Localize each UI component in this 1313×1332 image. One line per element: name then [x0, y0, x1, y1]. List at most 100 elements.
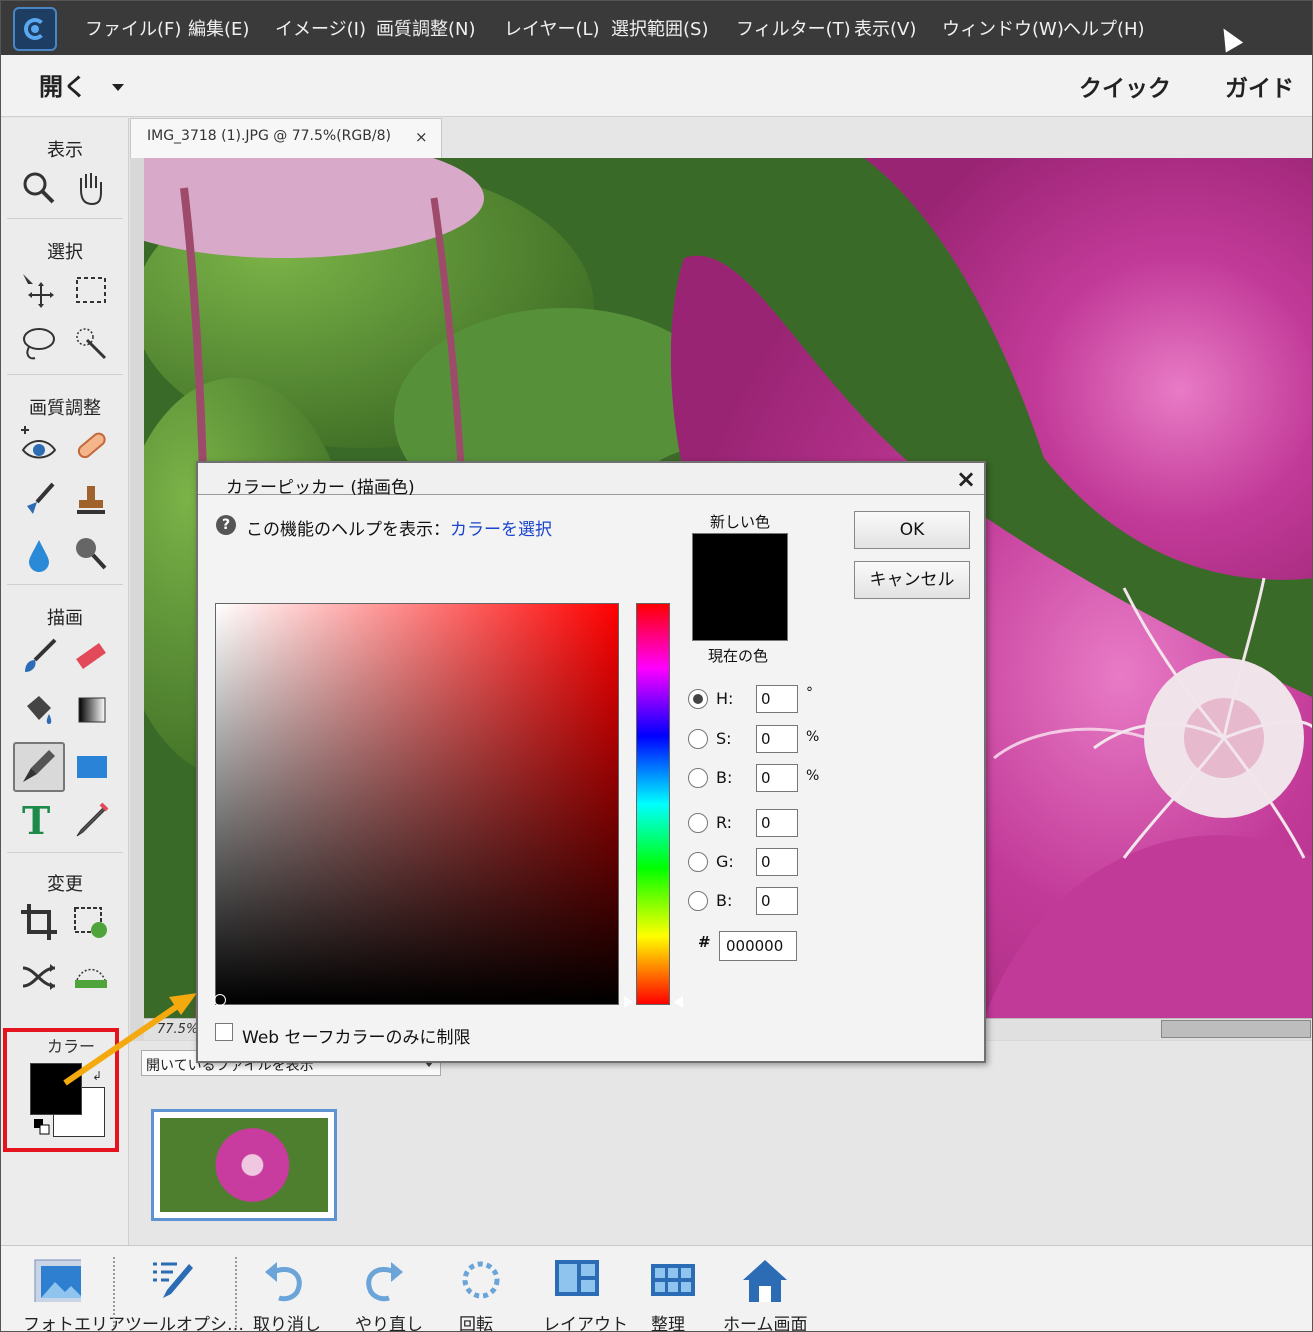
horizontal-scrollbar[interactable] [1161, 1020, 1311, 1038]
green-input[interactable]: 0 [756, 848, 798, 876]
marquee-tool-icon[interactable] [71, 270, 111, 310]
magic-wand-tool-icon[interactable] [71, 324, 111, 364]
organize-icon [651, 1264, 695, 1296]
menu-bar: ファイル(F) 編集(E) イメージ(I) 画質調整(N) レイヤー(L) 選択… [1, 1, 1312, 55]
saturation-label: S: [716, 729, 732, 748]
move-tool-icon[interactable] [19, 270, 59, 310]
healing-brush-tool-icon[interactable] [71, 426, 111, 466]
undo-button[interactable]: 取り消し [249, 1246, 325, 1331]
red-radio[interactable] [688, 813, 708, 833]
cancel-button[interactable]: キャンセル [854, 561, 970, 599]
blue-label: B: [716, 891, 733, 910]
smart-brush-tool-icon[interactable] [19, 480, 59, 520]
organize-button[interactable]: 整理 [643, 1246, 703, 1332]
enhance-heading: 画質調整 [29, 398, 101, 419]
mode-bar: 開く クイック ガイド [1, 55, 1312, 117]
brightness-unit: % [806, 768, 820, 784]
blur-tool-icon[interactable] [19, 534, 59, 574]
menu-view[interactable]: 表示(V) [854, 15, 916, 41]
hue-slider-left-handle[interactable] [624, 996, 633, 1008]
eraser-tool-icon[interactable] [71, 636, 111, 676]
menu-enhance[interactable]: 画質調整(N) [376, 15, 476, 41]
current-color-label: 現在の色 [708, 647, 769, 665]
paint-bucket-tool-icon[interactable] [19, 690, 59, 730]
photo-area-label: フォトエリア [23, 1315, 125, 1332]
gradient-tool-icon[interactable] [71, 690, 111, 730]
hand-tool-icon[interactable] [71, 168, 111, 208]
home-icon [743, 1260, 787, 1302]
mode-guide-tab[interactable]: ガイド [1225, 69, 1294, 103]
content-aware-move-icon[interactable] [19, 956, 59, 996]
menu-edit[interactable]: 編集(E) [188, 15, 249, 41]
clone-stamp-tool-icon[interactable] [71, 480, 111, 520]
brightness-radio[interactable] [688, 768, 708, 788]
tool-options-button[interactable]: ツールオプシ… [125, 1246, 244, 1331]
red-input[interactable]: 0 [756, 809, 798, 837]
web-safe-checkbox[interactable] [215, 1023, 233, 1041]
app-logo-icon[interactable] [13, 7, 57, 51]
taskbar: フォトエリア ツールオプシ… 取り消し やり直し 回転 レイアウト 整理 ホーム… [1, 1245, 1312, 1332]
recompose-tool-icon[interactable] [71, 902, 111, 942]
hue-input[interactable]: 0 [756, 685, 798, 713]
menu-select[interactable]: 選択範囲(S) [611, 15, 708, 41]
redo-button[interactable]: やり直し [349, 1246, 425, 1331]
undo-icon [265, 1262, 302, 1302]
menu-filter[interactable]: フィルター(T) [736, 15, 851, 41]
menu-image[interactable]: イメージ(I) [275, 15, 366, 41]
brush-tool-icon[interactable] [19, 636, 59, 676]
dialog-title-bar[interactable]: カラーピッカー (描画色) [198, 463, 984, 498]
rotate-button[interactable]: 回転 [447, 1246, 527, 1331]
blue-radio[interactable] [688, 891, 708, 911]
brightness-label: B: [716, 768, 733, 787]
shape-tool-icon[interactable] [71, 746, 111, 786]
saturation-input[interactable]: 0 [756, 725, 798, 753]
type-tool-icon[interactable]: T [19, 798, 59, 843]
mode-quick-tab[interactable]: クイック [1079, 69, 1171, 103]
close-icon[interactable]: × [956, 465, 976, 493]
red-eye-tool-icon[interactable] [19, 426, 59, 466]
close-icon[interactable]: × [415, 128, 428, 146]
straighten-tool-icon[interactable] [71, 956, 111, 996]
green-radio[interactable] [688, 852, 708, 872]
hue-slider[interactable] [636, 603, 670, 1005]
chevron-down-icon[interactable] [112, 84, 124, 91]
crop-tool-icon[interactable] [19, 902, 59, 942]
zoom-readout: 77.5% [157, 1022, 199, 1037]
hue-unit: ° [806, 685, 813, 701]
hue-slider-right-handle[interactable] [674, 996, 683, 1008]
hue-label: H: [716, 689, 734, 708]
hex-hash-label: # [698, 933, 711, 951]
color-field-marker[interactable] [214, 994, 226, 1006]
svg-text:T: T [22, 800, 50, 840]
eyedropper-tool-icon[interactable] [13, 742, 65, 792]
photo-area-button[interactable]: フォトエリア [17, 1246, 125, 1331]
rotate-icon [462, 1261, 500, 1299]
menu-layer[interactable]: レイヤー(L) [504, 15, 600, 41]
open-button[interactable]: 開く [39, 67, 87, 102]
home-screen-button[interactable]: ホーム画面 [721, 1246, 811, 1331]
color-field[interactable] [215, 603, 619, 1005]
layout-button[interactable]: レイアウト [541, 1246, 628, 1331]
sponge-tool-icon[interactable] [71, 534, 111, 574]
color-picker-dialog: カラーピッカー (描画色) × ? この機能のヘルプを表示：カラーを選択 新しい… [196, 461, 986, 1063]
help-link[interactable]: カラーを選択 [450, 520, 552, 540]
photo-thumbnail[interactable] [151, 1109, 337, 1221]
document-tab[interactable]: IMG_3718 (1).JPG @ 77.5%(RGB/8) × [130, 118, 442, 158]
brightness-input[interactable]: 0 [756, 764, 798, 792]
layout-icon [555, 1260, 599, 1296]
tool-options-label: ツールオプシ… [125, 1315, 244, 1332]
lasso-tool-icon[interactable] [19, 324, 59, 364]
hex-input[interactable]: 000000 [719, 931, 797, 961]
menu-help[interactable]: ヘルプ(H) [1063, 15, 1145, 41]
zoom-tool-icon[interactable] [19, 168, 59, 208]
menu-window[interactable]: ウィンドウ(W) [942, 15, 1064, 41]
hue-radio[interactable] [688, 689, 708, 709]
saturation-radio[interactable] [688, 729, 708, 749]
blue-input[interactable]: 0 [756, 887, 798, 915]
ok-button[interactable]: OK [854, 511, 970, 549]
menu-file[interactable]: ファイル(F) [85, 15, 181, 41]
color-area-highlight [3, 1028, 119, 1152]
help-prefix: この機能のヘルプを表示： [246, 520, 450, 540]
pencil-tool-icon[interactable] [71, 800, 111, 840]
organize-label: 整理 [651, 1315, 685, 1332]
